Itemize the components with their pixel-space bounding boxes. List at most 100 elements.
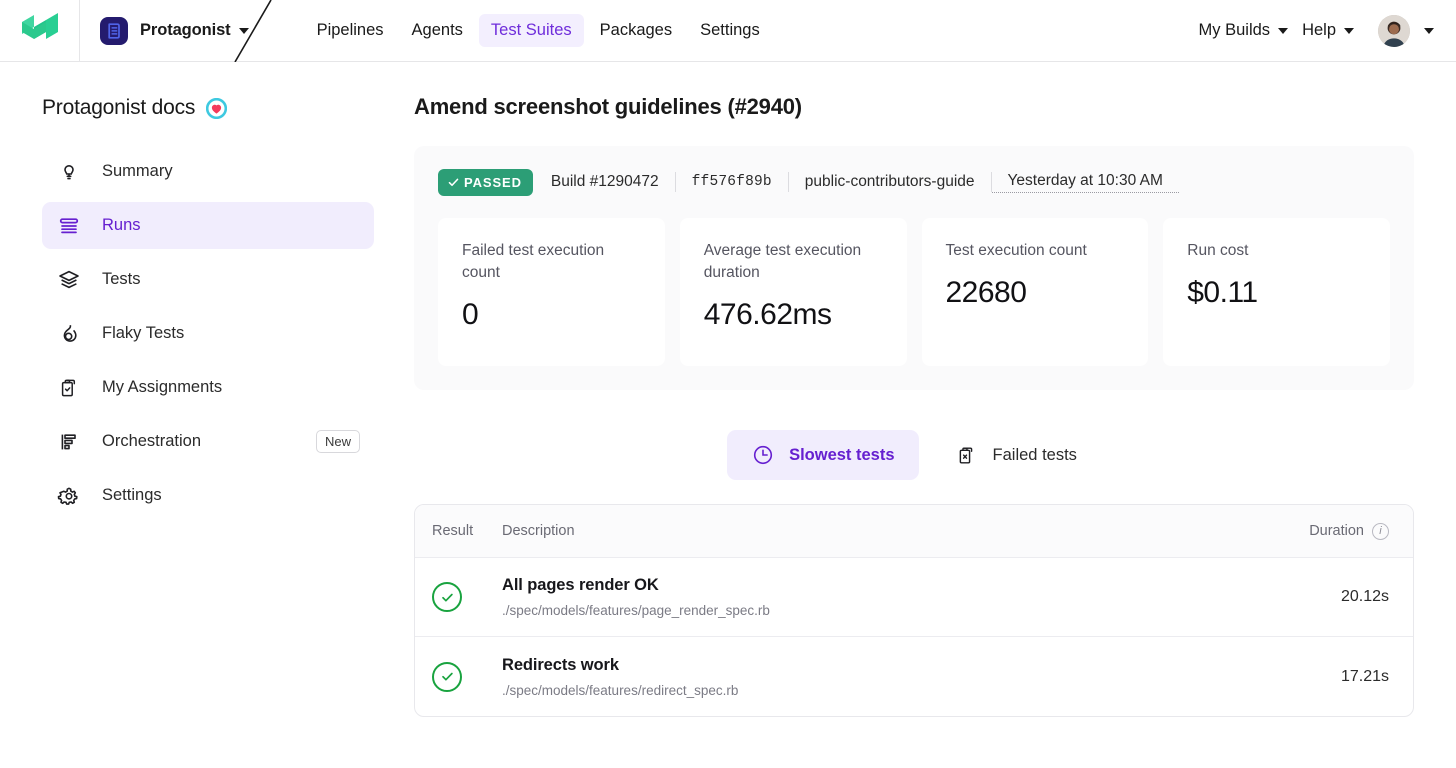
sidebar-item-runs[interactable]: Runs <box>42 202 374 249</box>
sidebar-item-settings[interactable]: Settings <box>42 472 374 519</box>
tab-slowest-tests[interactable]: Slowest tests <box>727 430 919 480</box>
sidebar-item-label: Summary <box>102 162 173 180</box>
org-switcher[interactable]: Protagonist <box>80 0 272 62</box>
sidebar-item-label: My Assignments <box>102 378 223 396</box>
sidebar-nav: Summary Runs Tests Flaky Tests My Assign… <box>42 148 374 519</box>
sidebar-title: Protagonist docs <box>42 96 374 120</box>
metric-card-run-cost: Run cost $0.11 <box>1163 218 1390 366</box>
layers-icon <box>56 267 82 293</box>
orchestration-bars-icon <box>56 429 82 455</box>
nav-item-agents[interactable]: Agents <box>400 14 475 47</box>
run-timestamp[interactable]: Yesterday at 10:30 AM <box>991 172 1179 193</box>
page-title: Amend screenshot guidelines (#2940) <box>414 94 802 119</box>
info-icon[interactable]: i <box>1372 522 1389 540</box>
duration-cell: 17.21s <box>1340 667 1389 685</box>
sidebar-item-summary[interactable]: Summary <box>42 148 374 195</box>
buildkite-logo-icon <box>20 13 60 48</box>
sidebar-item-flaky-tests[interactable]: Flaky Tests <box>42 310 374 357</box>
buildkite-home-link[interactable] <box>0 0 80 61</box>
tab-failed-tests[interactable]: Failed tests <box>931 430 1101 480</box>
metric-value: 476.62ms <box>703 298 832 332</box>
description-cell: All pages render OK ./spec/models/featur… <box>502 576 1341 618</box>
user-menu-chevron-down-icon[interactable] <box>1424 27 1434 34</box>
table-row[interactable]: Redirects work ./spec/models/features/re… <box>415 637 1413 716</box>
main-content: Amend screenshot guidelines (#2940) PASS… <box>414 62 1456 768</box>
metric-card-failed-test-execution-count: Failed test execution count 0 <box>438 218 665 366</box>
clock-icon <box>751 443 775 467</box>
commit-sha[interactable]: ff576f89b <box>676 174 788 190</box>
column-header-duration-label: Duration <box>1309 523 1364 539</box>
lightbulb-icon <box>56 159 82 185</box>
flame-icon <box>56 321 82 347</box>
tab-label: Failed tests <box>992 445 1077 464</box>
help-label: Help <box>1302 21 1336 39</box>
chevron-down-icon <box>1344 27 1354 34</box>
tests-table: Result Description Duration i All pages <box>414 504 1414 717</box>
metric-label: Average test execution duration <box>703 242 862 282</box>
metric-label: Test execution count <box>945 242 1087 259</box>
sidebar-item-label: Runs <box>102 216 141 234</box>
status-badge: PASSED <box>438 168 533 196</box>
top-navigation-bar: Protagonist Pipelines Agents Test Suites… <box>0 0 1456 62</box>
clipboard-check-icon <box>56 375 82 401</box>
avatar[interactable] <box>1378 14 1410 47</box>
metric-card-test-execution-count: Test execution count 22680 <box>921 218 1149 366</box>
test-path: ./spec/models/features/redirect_spec.rb <box>502 682 739 698</box>
sidebar-item-label: Flaky Tests <box>102 324 185 342</box>
org-name-label: Protagonist <box>140 21 231 39</box>
nav-item-settings[interactable]: Settings <box>688 14 772 47</box>
runs-lines-icon <box>56 213 82 239</box>
check-circle-icon <box>432 661 462 692</box>
help-menu[interactable]: Help <box>1298 15 1358 46</box>
status-badge-label: PASSED <box>464 174 522 190</box>
nav-item-pipelines[interactable]: Pipelines <box>305 14 396 47</box>
sidebar: Protagonist docs Summary Runs Tests Flak… <box>0 62 414 768</box>
sidebar-item-label: Settings <box>102 486 162 504</box>
build-number[interactable]: Build #1290472 <box>551 173 675 191</box>
run-summary-panel: PASSED Build #1290472 ff576f89b public-c… <box>414 146 1414 390</box>
result-cell <box>432 661 502 692</box>
tab-label: Slowest tests <box>789 445 895 464</box>
metric-label: Failed test execution count <box>462 242 605 282</box>
heart-in-circle-emoji <box>206 97 228 120</box>
protagonist-brand-icon <box>100 16 128 45</box>
run-meta-row: PASSED Build #1290472 ff576f89b public-c… <box>438 168 1390 196</box>
nav-item-packages[interactable]: Packages <box>588 14 684 47</box>
test-name: All pages render OK <box>502 576 659 594</box>
gear-icon <box>56 483 82 509</box>
test-name: Redirects work <box>502 655 619 674</box>
check-circle-icon <box>432 582 462 612</box>
column-header-result: Result <box>432 523 474 539</box>
result-cell <box>432 582 502 612</box>
description-cell: Redirects work ./spec/models/features/re… <box>502 656 1341 698</box>
table-row[interactable]: All pages render OK ./spec/models/featur… <box>415 558 1413 637</box>
column-header-duration[interactable]: Duration i <box>1309 522 1389 540</box>
sidebar-item-my-assignments[interactable]: My Assignments <box>42 364 374 411</box>
metrics-cards: Failed test execution count 0 Average te… <box>438 218 1390 366</box>
sidebar-item-orchestration[interactable]: Orchestration New <box>42 418 374 465</box>
secondary-nav: My Builds Help <box>1195 0 1456 61</box>
test-path: ./spec/models/features/page_render_spec.… <box>502 603 770 618</box>
metric-value: 0 <box>462 298 479 332</box>
chevron-down-icon[interactable] <box>238 27 249 34</box>
metric-value: $0.11 <box>1187 276 1258 310</box>
metric-card-average-test-execution-duration: Average test execution duration 476.62ms <box>679 218 907 366</box>
metric-label: Run cost <box>1187 242 1249 259</box>
metric-value: 22680 <box>945 276 1027 310</box>
status-badge: New <box>315 430 360 453</box>
branch-name[interactable]: public-contributors-guide <box>789 173 991 191</box>
my-builds-label: My Builds <box>1198 21 1271 39</box>
chevron-down-icon <box>1278 27 1289 34</box>
check-icon <box>448 178 459 186</box>
sidebar-item-label: Orchestration <box>102 432 202 450</box>
sidebar-item-label: Tests <box>102 270 141 288</box>
table-header-row: Result Description Duration i <box>415 505 1413 558</box>
duration-cell: 20.12s <box>1340 588 1389 605</box>
test-list-tabs: Slowest tests Failed tests <box>414 430 1414 480</box>
clipboard-x-icon <box>955 443 979 467</box>
sidebar-item-tests[interactable]: Tests <box>42 256 374 303</box>
column-header-description: Description <box>502 523 575 539</box>
nav-item-test-suites[interactable]: Test Suites <box>478 14 584 47</box>
my-builds-menu[interactable]: My Builds <box>1195 15 1293 46</box>
sidebar-title-label: Protagonist docs <box>42 96 196 119</box>
